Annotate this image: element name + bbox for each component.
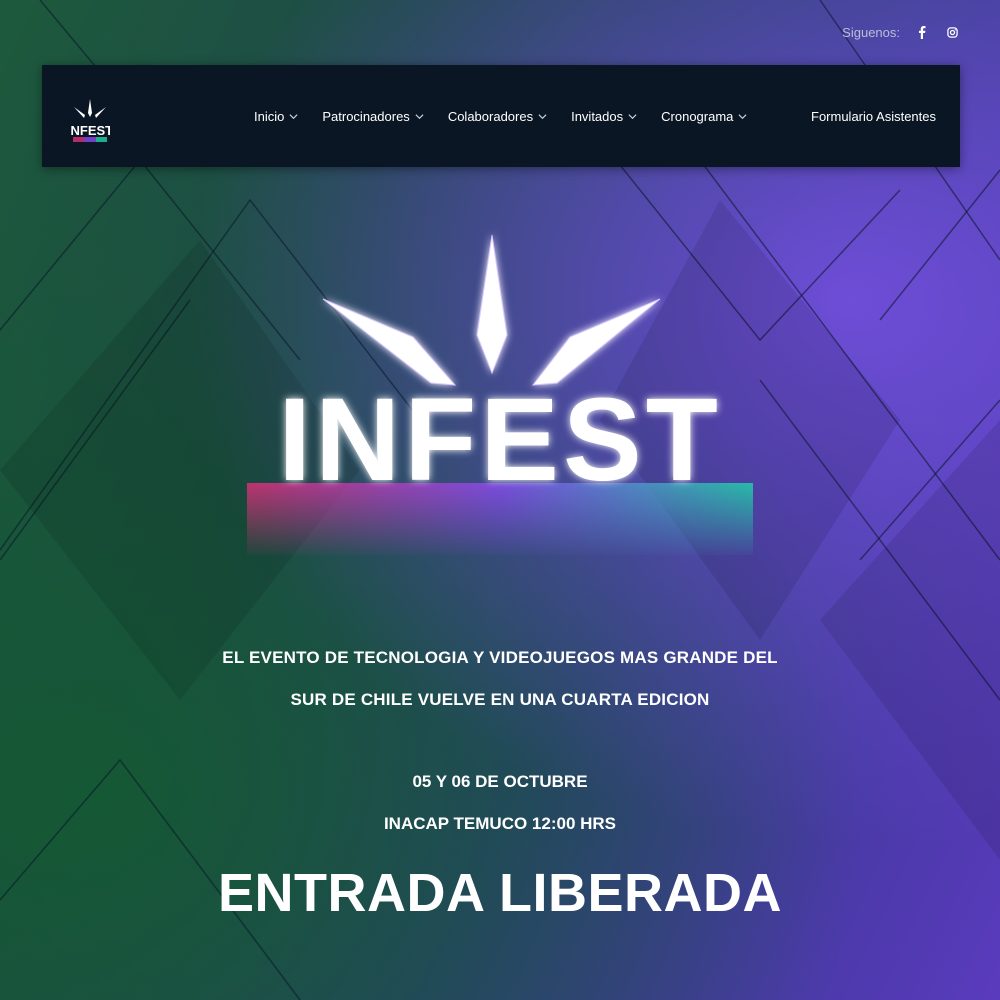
tagline-line-2: SUR DE CHILE VUELVE EN UNA CUARTA EDICIO…: [290, 690, 710, 709]
formulario-asistentes-link[interactable]: Formulario Asistentes: [811, 65, 936, 167]
nav-item-label: Invitados: [571, 108, 624, 124]
facebook-icon[interactable]: [914, 24, 930, 40]
social-label: Siguenos:: [842, 24, 900, 40]
entrada-liberada-headline: ENTRADA LIBERADA: [218, 863, 782, 923]
social-bar: Siguenos:: [842, 24, 960, 40]
chevron-down-icon: [538, 113, 547, 119]
nav-logo[interactable]: INFEST: [70, 95, 110, 143]
chevron-down-icon: [738, 113, 747, 119]
chevron-down-icon: [289, 113, 298, 119]
infest-hero-logo: INFEST: [247, 234, 753, 555]
event-venue: INACAP TEMUCO 12:00 HRS: [383, 814, 617, 833]
tagline-line-1: EL EVENTO DE TECNOLOGIA Y VIDEOJUEGOS MA…: [222, 648, 778, 667]
nav-item-label: Patrocinadores: [322, 108, 410, 124]
chevron-down-icon: [415, 113, 424, 119]
chevron-down-icon: [628, 113, 637, 119]
nav-item-label: Colaboradores: [447, 108, 534, 124]
main-navbar: INFEST Inicio Patrocinadores Colaborador…: [42, 65, 960, 167]
instagram-icon[interactable]: [944, 24, 960, 40]
nav-item-label: Cronograma: [661, 108, 734, 124]
nav-item-colaboradores[interactable]: Colaboradores: [448, 109, 547, 124]
event-date: 05 Y 06 DE OCTUBRE: [412, 772, 588, 791]
nav-menu: Inicio Patrocinadores Colaboradores Invi…: [254, 65, 747, 167]
nav-item-cronograma[interactable]: Cronograma: [661, 109, 747, 124]
nav-cta-label: Formulario Asistentes: [811, 108, 936, 124]
nav-item-label: Inicio: [254, 108, 285, 124]
nav-logo-text: INFEST: [70, 123, 110, 138]
hero-logo-text: INFEST: [278, 374, 722, 506]
nav-item-invitados[interactable]: Invitados: [571, 109, 637, 124]
nav-item-patrocinadores[interactable]: Patrocinadores: [322, 108, 424, 124]
nav-item-inicio[interactable]: Inicio: [254, 109, 298, 124]
